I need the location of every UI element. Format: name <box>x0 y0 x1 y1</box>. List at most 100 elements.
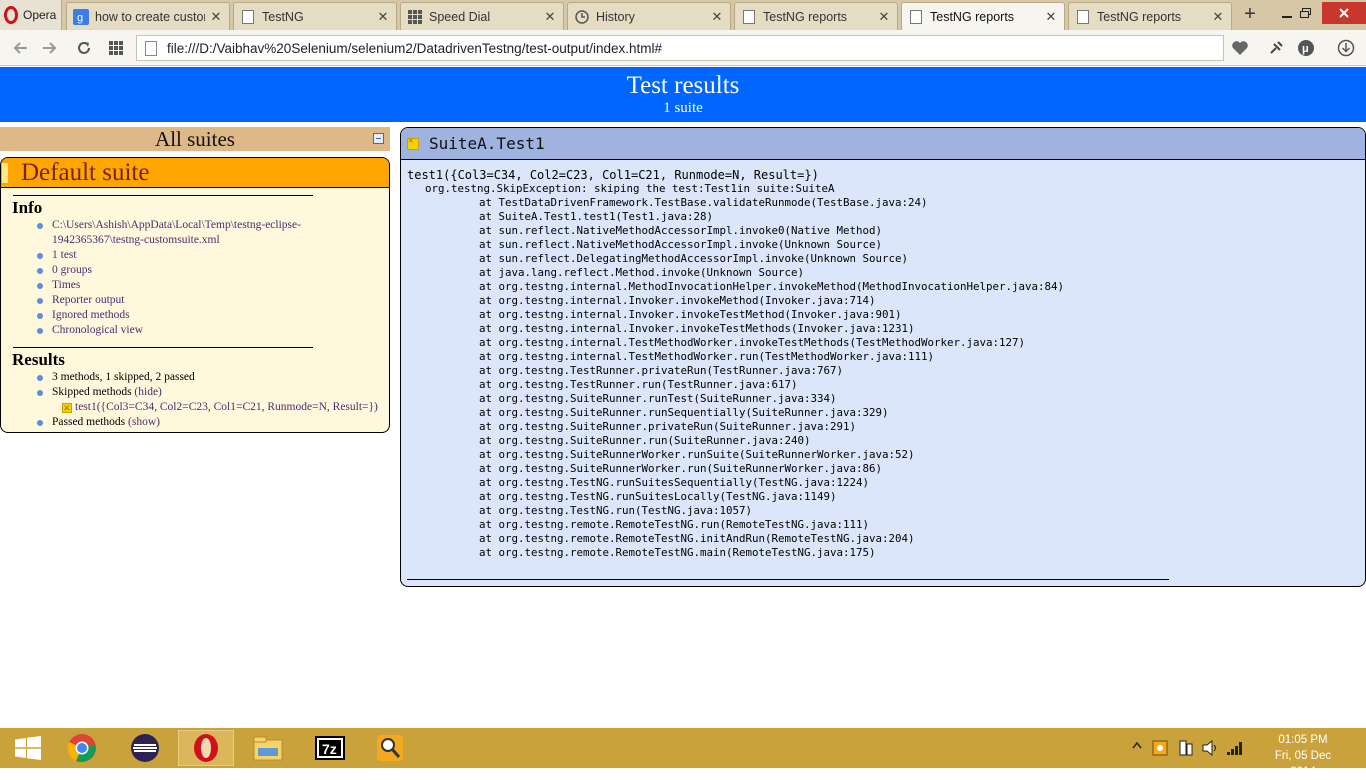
action-center-icon <box>1179 740 1193 756</box>
download-icon <box>1337 39 1355 57</box>
restore-button[interactable] <box>1290 2 1320 24</box>
trace-line: at org.testng.internal.Invoker.invokeMet… <box>479 294 876 307</box>
svg-text:g: g <box>77 12 83 24</box>
google-icon: g <box>73 8 89 25</box>
trace-line: at org.testng.TestRunner.run(TestRunner.… <box>479 378 798 391</box>
trace-line: at org.testng.TestNG.runSuitesLocally(Te… <box>479 490 837 503</box>
tray-app-icon <box>1152 740 1168 756</box>
heart-icon <box>1232 41 1248 55</box>
skipped-method-link[interactable]: test1({Col3=C34, Col2=C23, Col1=C21, Run… <box>52 400 389 416</box>
puzzle-icon <box>1270 41 1283 54</box>
taskbar-7zip[interactable]: 7z <box>302 730 358 766</box>
taskbar-opera[interactable] <box>178 730 234 766</box>
tray-app-button[interactable] <box>1152 740 1168 759</box>
grid-icon <box>407 9 423 25</box>
trace-lines: at TestDataDrivenFramework.TestBase.vali… <box>479 196 1365 560</box>
collapse-icon[interactable] <box>373 133 384 144</box>
signal-icon <box>1227 742 1242 755</box>
trace-line: at org.testng.remote.RemoteTestNG.run(Re… <box>479 518 870 531</box>
trace-line: at sun.reflect.NativeMethodAccessorImpl.… <box>479 238 883 251</box>
trace-line: at org.testng.internal.Invoker.invokeTes… <box>479 308 902 321</box>
tab-label: how to create custom <box>95 9 205 24</box>
start-icon <box>15 736 41 760</box>
page-icon <box>145 40 157 56</box>
restore-icon <box>1299 8 1311 18</box>
tab-testng[interactable]: TestNG ✕ <box>233 2 397 30</box>
action-center-button[interactable] <box>1178 740 1194 759</box>
tab-label: History <box>596 9 635 24</box>
network-button[interactable] <box>1226 740 1244 759</box>
times-link[interactable]: Times <box>37 278 389 293</box>
reload-button[interactable] <box>72 37 96 59</box>
opera-icon <box>4 6 18 24</box>
passed-list: Passed methods (show) <box>37 415 389 430</box>
address-input[interactable]: file:///D:/Vaibhav%20Selenium/selenium2/… <box>136 35 1224 61</box>
forward-button[interactable] <box>38 37 62 59</box>
reload-icon <box>78 42 90 54</box>
close-icon[interactable]: ✕ <box>376 9 390 25</box>
skipped-methods-item: Skipped methods (hide) <box>37 385 389 400</box>
ublock-button[interactable]: μ <box>1294 37 1318 59</box>
ublock-icon: μ <box>1298 40 1314 56</box>
system-clock[interactable]: 01:05 PM Fri, 05 Dec 2014 <box>1262 732 1344 780</box>
ignored-methods-link[interactable]: Ignored methods <box>37 308 389 323</box>
skipped-methods-label: Skipped methods <box>52 386 132 398</box>
trace-line: at org.testng.TestRunner.privateRun(Test… <box>479 364 844 377</box>
close-icon[interactable]: ✕ <box>877 9 891 25</box>
extension-button[interactable] <box>1264 37 1288 59</box>
chevron-up-icon <box>1132 741 1142 749</box>
volume-button[interactable] <box>1202 739 1220 759</box>
tab-google[interactable]: g how to create custom ✕ <box>66 2 230 30</box>
skipped-method-name: test1({Col3=C34, Col2=C23, Col1=C21, Run… <box>75 401 378 413</box>
trace-line: at org.testng.internal.Invoker.invokeTes… <box>479 322 915 335</box>
search-tool-icon <box>377 735 403 761</box>
close-icon[interactable]: ✕ <box>209 9 223 25</box>
volume-icon <box>1202 739 1216 757</box>
test-method-name: test1 <box>407 168 444 182</box>
divider <box>13 195 313 196</box>
taskbar-eclipse[interactable] <box>117 730 173 766</box>
file-explorer-icon <box>253 736 283 761</box>
opera-menu-button[interactable]: Opera <box>0 0 62 30</box>
tab-speed-dial[interactable]: Speed Dial ✕ <box>400 2 564 30</box>
window-close-button[interactable] <box>1322 2 1366 24</box>
test-signature: test1({Col3=C34, Col2=C23, Col1=C21, Run… <box>407 168 1365 182</box>
close-icon[interactable]: ✕ <box>543 9 557 25</box>
all-suites-header[interactable]: All suites <box>0 127 390 151</box>
clock-time: 01:05 PM <box>1278 734 1328 746</box>
tab-label: Speed Dial <box>429 9 491 24</box>
trace-line: at org.testng.TestNG.runSuitesSequential… <box>479 476 870 489</box>
groups-link[interactable]: 0 groups <box>37 263 389 278</box>
tab-history[interactable]: History ✕ <box>567 2 731 30</box>
reporter-output-link[interactable]: Reporter output <box>37 293 389 308</box>
results-list: 3 methods, 1 skipped, 2 passed Skipped m… <box>37 370 389 400</box>
taskbar-chrome[interactable] <box>54 730 110 766</box>
download-button[interactable] <box>1334 37 1358 59</box>
skipped-hide-toggle[interactable]: (hide) <box>134 386 161 398</box>
eclipse-icon <box>131 734 159 762</box>
back-button[interactable] <box>8 37 32 59</box>
suite-title[interactable]: Default suite <box>1 158 389 188</box>
close-icon[interactable]: ✕ <box>710 9 724 25</box>
chronological-view-link[interactable]: Chronological view <box>37 323 389 338</box>
tests-link[interactable]: 1 test <box>37 248 389 263</box>
tab-label: TestNG reports <box>1097 9 1182 24</box>
tab-testng-reports-active[interactable]: TestNG reports ✕ <box>901 2 1065 31</box>
taskbar-file-explorer[interactable] <box>240 730 296 766</box>
speed-dial-button[interactable] <box>104 37 128 59</box>
start-button[interactable] <box>0 730 56 766</box>
tab-testng-reports-2[interactable]: TestNG reports ✕ <box>1068 2 1232 30</box>
bookmark-button[interactable] <box>1228 37 1252 59</box>
close-icon[interactable]: ✕ <box>1211 9 1225 25</box>
clock-icon <box>574 9 590 25</box>
trace-line: at org.testng.remote.RemoteTestNG.main(R… <box>479 546 876 559</box>
suite-file-link[interactable]: C:\Users\Ashish\AppData\Local\Temp\testn… <box>37 218 389 248</box>
close-icon[interactable]: ✕ <box>1044 9 1058 25</box>
new-tab-button[interactable]: + <box>1238 3 1262 27</box>
taskbar-search-tool[interactable] <box>362 730 418 766</box>
passed-show-toggle[interactable]: (show) <box>128 416 160 428</box>
show-hidden-icons-button[interactable] <box>1132 738 1142 752</box>
7zip-icon: 7z <box>315 736 345 760</box>
tab-testng-reports-1[interactable]: TestNG reports ✕ <box>734 2 898 30</box>
opera-menu-label: Opera <box>23 8 57 22</box>
